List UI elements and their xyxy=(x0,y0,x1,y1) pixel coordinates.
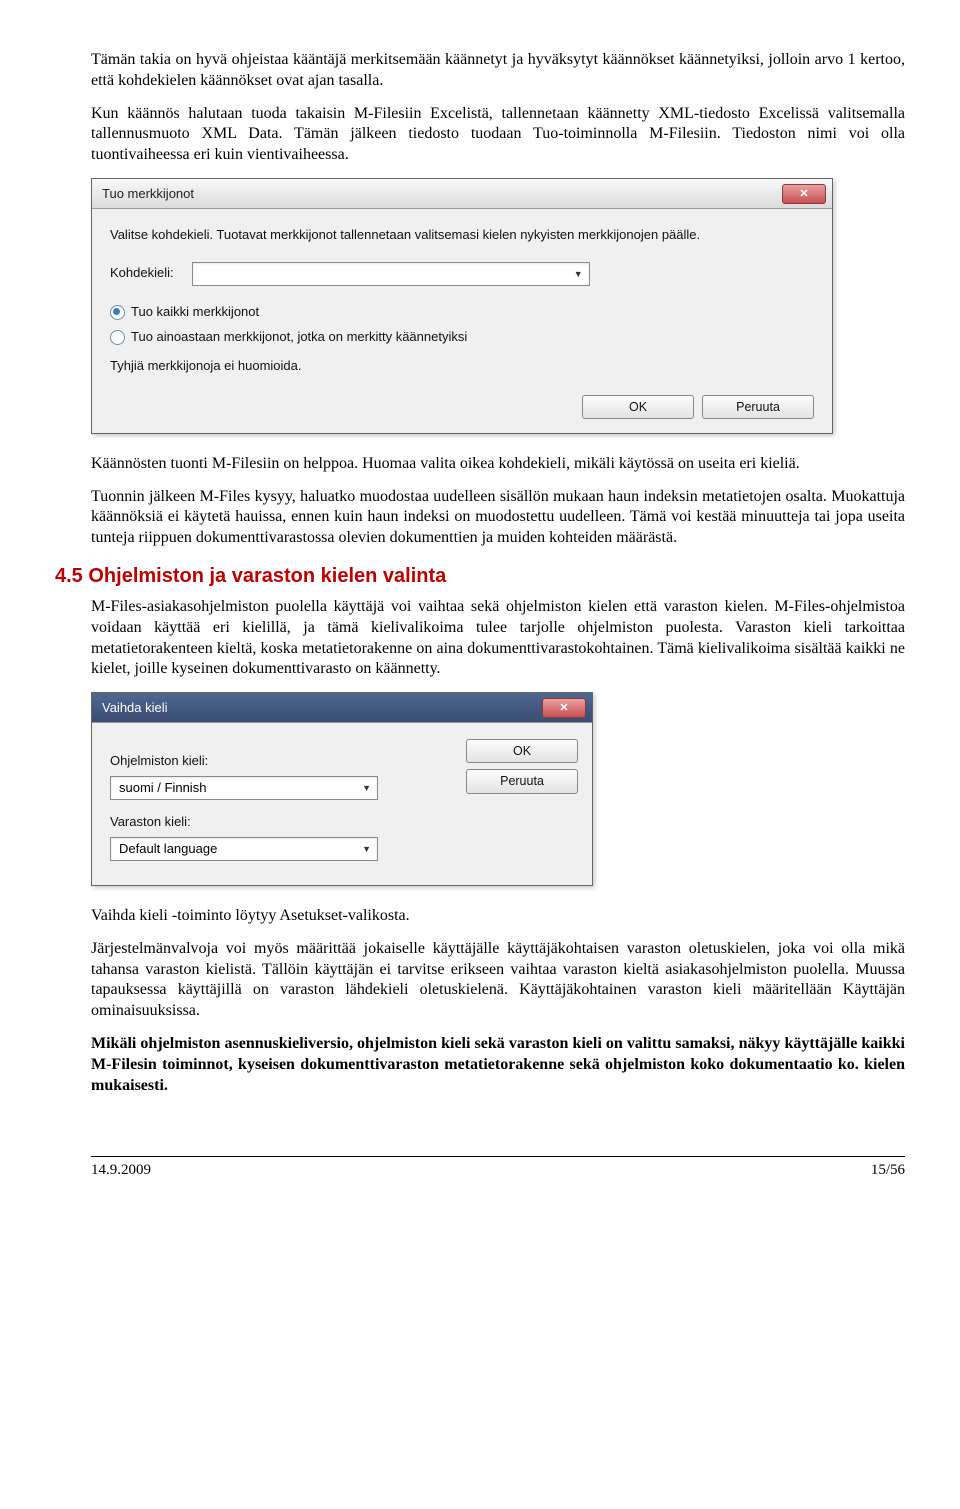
radio-import-translated-label: Tuo ainoastaan merkkijonot, jotka on mer… xyxy=(131,329,467,346)
paragraph-8: Mikäli ohjelmiston asennuskieliversio, o… xyxy=(91,1034,905,1096)
change-language-dialog: Vaihda kieli ✕ Ohjelmiston kieli: suomi … xyxy=(91,692,593,886)
section-heading-4-5: 4.5 Ohjelmiston ja varaston kielen valin… xyxy=(55,563,905,589)
ok-button[interactable]: OK xyxy=(582,395,694,419)
chevron-down-icon: ▼ xyxy=(362,838,371,860)
software-language-label: Ohjelmiston kieli: xyxy=(110,753,448,770)
target-language-select[interactable]: ▼ xyxy=(192,262,590,286)
radio-import-all[interactable] xyxy=(110,305,125,320)
paragraph-6: Vaihda kieli -toiminto löytyy Asetukset-… xyxy=(91,906,905,927)
dialog-note: Tyhjiä merkkijonoja ei huomioida. xyxy=(110,358,814,375)
footer-page: 15/56 xyxy=(871,1161,905,1181)
radio-import-all-label: Tuo kaikki merkkijonot xyxy=(131,304,259,321)
dialog-title: Tuo merkkijonot xyxy=(102,186,194,203)
radio-import-translated[interactable] xyxy=(110,330,125,345)
close-icon[interactable]: ✕ xyxy=(542,698,586,718)
page-footer: 14.9.2009 15/56 xyxy=(91,1156,905,1181)
target-language-label: Kohdekieli: xyxy=(110,265,174,282)
paragraph-7: Järjestelmänvalvoja voi myös määrittää j… xyxy=(91,939,905,1022)
vault-language-select[interactable]: Default language ▼ xyxy=(110,837,378,861)
paragraph-1: Tämän takia on hyvä ohjeistaa kääntäjä m… xyxy=(91,50,905,92)
dialog-titlebar[interactable]: Vaihda kieli ✕ xyxy=(92,693,592,723)
chevron-down-icon: ▼ xyxy=(574,263,583,285)
vault-language-value: Default language xyxy=(119,841,217,856)
software-language-value: suomi / Finnish xyxy=(119,780,206,795)
footer-date: 14.9.2009 xyxy=(91,1161,151,1181)
cancel-button[interactable]: Peruuta xyxy=(702,395,814,419)
vault-language-label: Varaston kieli: xyxy=(110,814,448,831)
close-icon[interactable]: ✕ xyxy=(782,184,826,204)
paragraph-5: M-Files-asiakasohjelmiston puolella käyt… xyxy=(91,597,905,680)
chevron-down-icon: ▼ xyxy=(362,777,371,799)
dialog-titlebar[interactable]: Tuo merkkijonot ✕ xyxy=(92,179,832,209)
ok-button[interactable]: OK xyxy=(466,739,578,763)
paragraph-4: Tuonnin jälkeen M-Files kysyy, haluatko … xyxy=(91,487,905,549)
software-language-select[interactable]: suomi / Finnish ▼ xyxy=(110,776,378,800)
dialog-title: Vaihda kieli xyxy=(102,700,168,717)
paragraph-2: Kun käännös halutaan tuoda takaisin M-Fi… xyxy=(91,104,905,166)
paragraph-3: Käännösten tuonti M-Filesiin on helppoa.… xyxy=(91,454,905,475)
dialog-instruction: Valitse kohdekieli. Tuotavat merkkijonot… xyxy=(110,227,814,244)
import-strings-dialog: Tuo merkkijonot ✕ Valitse kohdekieli. Tu… xyxy=(91,178,833,434)
cancel-button[interactable]: Peruuta xyxy=(466,769,578,793)
